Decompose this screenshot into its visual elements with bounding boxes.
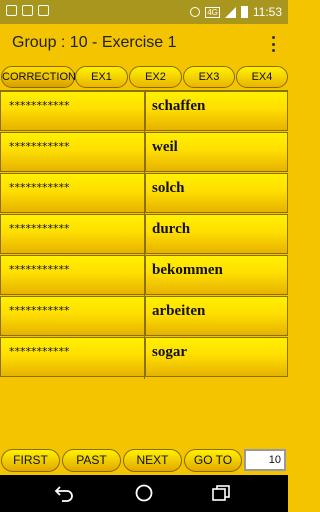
tab-correction[interactable]: CORRECTION [1,66,76,88]
word-cell[interactable]: durch [145,214,288,254]
notification-icons [6,5,49,16]
android-notification-icon [38,5,49,16]
goto-page-input[interactable]: 10 [244,449,286,471]
word-cell[interactable]: weil [145,132,288,172]
word-cell[interactable]: arbeiten [145,296,288,336]
app-bar: Group : 10 - Exercise 1 [0,24,288,64]
goto-button[interactable]: GO TO [184,449,242,472]
word-cell[interactable]: sogar [145,337,288,377]
recent-apps-icon[interactable] [212,485,230,501]
tab-ex2[interactable]: EX2 [129,66,182,88]
hidden-translation-cell[interactable]: *********** [0,337,145,377]
notification-icon [6,5,17,16]
next-button[interactable]: NEXT [123,449,182,472]
tab-ex1[interactable]: EX1 [75,66,128,88]
word-table: *********** schaffen *********** weil **… [0,90,288,379]
back-icon[interactable] [54,484,74,502]
overflow-menu-icon[interactable] [270,36,276,52]
clock: 11:53 [252,5,282,19]
battery-icon [240,6,248,18]
network-type-label: 4G [205,6,220,18]
status-icons: 4G 11:53 [190,5,282,19]
image-notification-icon [22,5,33,16]
exercise-tabs: CORRECTION EX1 EX2 EX3 EX4 [0,66,288,90]
pagination-bar: FIRST PAST NEXT GO TO 10 [0,448,288,474]
word-cell[interactable]: schaffen [145,91,288,131]
hidden-translation-cell[interactable]: *********** [0,255,145,295]
hidden-translation-cell[interactable]: *********** [0,214,145,254]
page-title: Group : 10 - Exercise 1 [12,34,177,51]
home-icon[interactable] [134,483,154,503]
hidden-translation-cell[interactable]: *********** [0,91,145,131]
hotspot-icon [190,7,201,17]
system-nav-bar [0,475,288,512]
word-cell[interactable]: bekommen [145,255,288,295]
first-button[interactable]: FIRST [1,449,60,472]
hidden-translation-cell[interactable]: *********** [0,132,145,172]
tab-ex3[interactable]: EX3 [183,66,235,88]
past-button[interactable]: PAST [62,449,121,472]
hidden-translation-cell[interactable]: *********** [0,173,145,213]
status-bar: 4G 11:53 [0,0,288,24]
word-cell[interactable]: solch [145,173,288,213]
hidden-translation-cell[interactable]: *********** [0,296,145,336]
signal-icon [224,6,236,18]
tab-ex4[interactable]: EX4 [236,66,288,88]
column-divider [144,91,145,379]
